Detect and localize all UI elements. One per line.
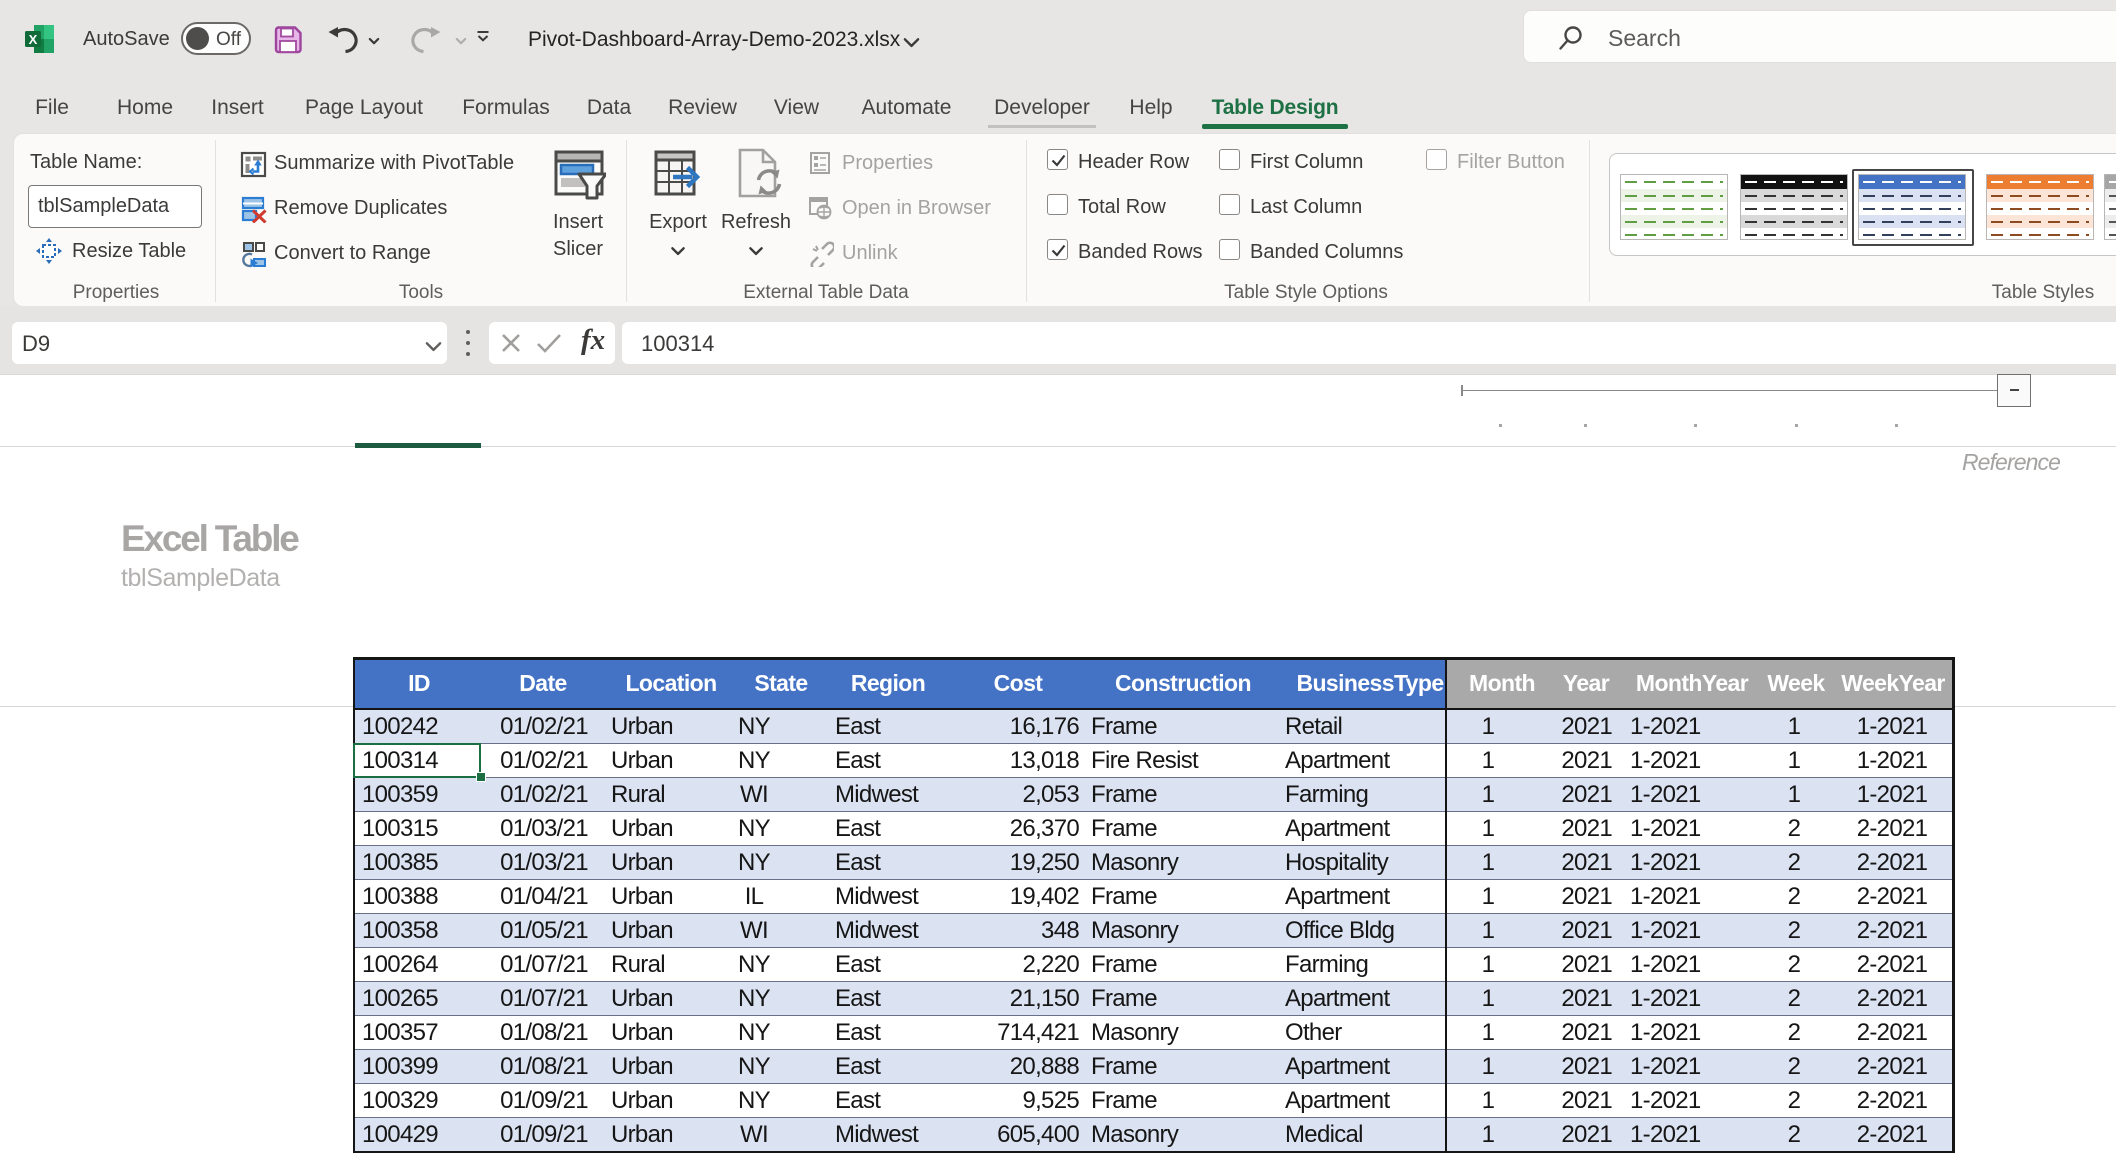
svg-text:X: X	[29, 32, 38, 47]
